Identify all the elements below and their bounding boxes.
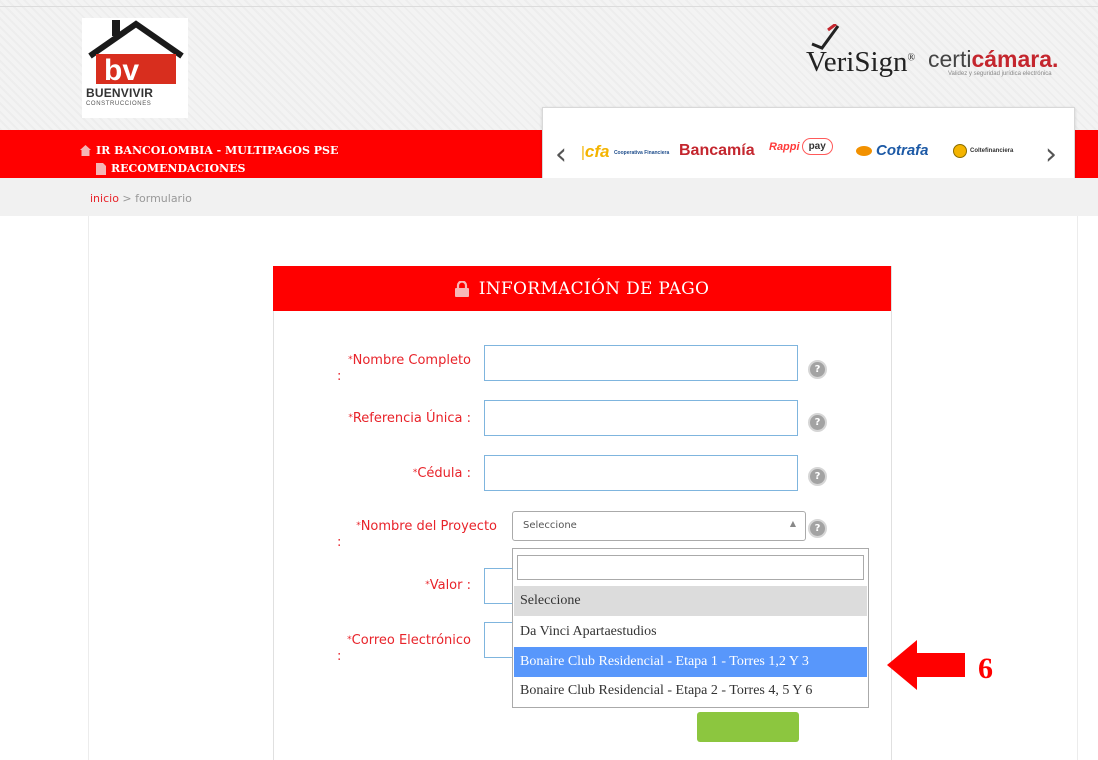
nombre-input[interactable] [484,345,798,381]
help-icon[interactable]: ? [808,467,827,486]
proyecto-select[interactable]: Seleccione ▲ [512,511,806,541]
coltefinanciera-text: Coltefinanciera [970,148,1014,154]
label-correo: *Correo Electrónico [347,633,471,648]
dropdown-search-input[interactable] [517,555,864,580]
logo-cfa[interactable]: |cfa Cooperativa Financiera [581,142,670,162]
logo-cotrafa[interactable]: Cotrafa [856,142,929,159]
logo-coltefinanciera[interactable]: Coltefinanciera [953,144,1013,158]
nav-link-recomendaciones[interactable]: RECOMENDACIONES [96,162,245,175]
brand-name: BUENVIVIR [86,86,154,100]
label-cedula: *Cédula : [412,466,471,481]
dropdown-option[interactable]: Seleccione [514,586,867,616]
cfa-tagline: Cooperativa Financiera [613,149,670,156]
certicamara-logo: certicámara. Validez y seguridad jurídic… [928,46,1058,77]
house-logo-icon: bv [88,20,184,86]
rappi-text: Rappi [769,140,800,153]
annotation-arrow-icon [887,640,965,690]
annotation-number: 6 [978,652,993,685]
proyecto-dropdown: Seleccione Da Vinci Apartaestudios Bonai… [512,548,869,708]
certicamara-tagline: Validez y seguridad jurídica electrónica [948,71,1052,77]
logo-bancamia[interactable]: Bancamía [679,142,755,160]
home-icon [80,145,91,156]
verisign-text: VeriSign [806,46,908,78]
certicamara-prefix: certi [928,46,972,72]
logo-rappipay[interactable]: Rappi pay [769,138,833,155]
breadcrumb-home-link[interactable]: inicio [90,192,119,205]
breadcrumb-separator: > [122,192,132,205]
cotrafa-text: Cotrafa [876,142,929,159]
dropdown-option-highlighted[interactable]: Bonaire Club Residencial - Etapa 1 - Tor… [514,647,867,677]
help-icon[interactable]: ? [808,519,827,538]
nav-label-recomendaciones: RECOMENDACIONES [111,162,246,175]
dropdown-option[interactable]: Da Vinci Apartaestudios [514,617,867,647]
nav-link-bancolombia[interactable]: IR BANCOLOMBIA - MULTIPAGOS PSE [80,144,338,157]
lock-icon [454,280,469,297]
label-correo-colon: : [337,649,342,664]
document-icon [96,162,106,175]
select-value: Seleccione [523,520,577,531]
label-nombre: *Nombre Completo [348,353,471,368]
label-proyecto: *Nombre del Proyecto [356,519,497,534]
label-valor: *Valor : [425,578,471,593]
breadcrumb: inicio > formulario [90,192,192,205]
referencia-input[interactable] [484,400,798,436]
pay-badge: pay [801,138,833,155]
logo-monogram: bv [104,54,139,86]
verisign-trademark: ® [907,52,916,64]
chevron-left-icon[interactable]: ‹ [555,137,567,172]
top-divider [0,6,1098,7]
cfa-text: cfa [584,142,610,161]
verisign-logo: VeriSign® [800,24,915,78]
help-icon[interactable]: ? [808,360,827,379]
brand-subtitle: CONSTRUCCIONES [86,101,152,107]
dropdown-option[interactable]: Bonaire Club Residencial - Etapa 2 - Tor… [514,676,867,706]
caret-up-icon: ▲ [789,519,796,528]
form-header: INFORMACIÓN DE PAGO [273,266,891,311]
help-icon[interactable]: ? [808,413,827,432]
label-referencia: *Referencia Única : [348,411,471,426]
nav-label-bancolombia: IR BANCOLOMBIA - MULTIPAGOS PSE [96,144,339,157]
form-title: INFORMACIÓN DE PAGO [478,278,710,299]
certicamara-highlight: cámara [971,46,1053,72]
breadcrumb-current: formulario [135,192,192,205]
submit-button[interactable] [697,712,799,742]
certicamara-suffix: . [1052,46,1059,72]
chevron-right-icon[interactable]: › [1045,137,1057,172]
cedula-input[interactable] [484,455,798,491]
buenvivir-logo[interactable]: bv BUENVIVIR CONSTRUCCIONES [82,18,188,118]
label-nombre-colon: : [337,369,342,384]
label-proyecto-colon: : [337,535,342,550]
